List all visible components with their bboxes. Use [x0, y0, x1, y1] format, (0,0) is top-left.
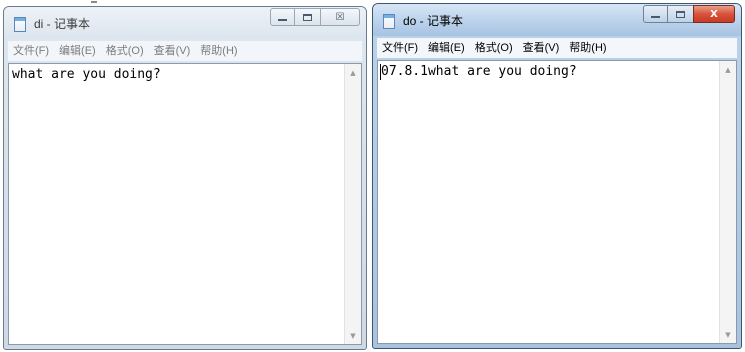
maximize-button[interactable]: [668, 5, 693, 23]
maximize-icon: [303, 13, 312, 21]
editor-content[interactable]: 07.8.1what are you doing?: [381, 64, 577, 79]
menu-bar: 文件(F) 编辑(E) 格式(O) 查看(V) 帮助(H): [8, 41, 362, 61]
notepad-window-do: do - 记事本 X 文件(F) 编辑(E) 格式(O) 查看(V) 帮助(H)…: [372, 3, 742, 349]
window-title: di - 记事本: [34, 17, 91, 31]
stray-mark: [91, 1, 97, 3]
minimize-icon: [278, 18, 287, 21]
menu-format[interactable]: 格式(O): [470, 38, 518, 58]
menu-file[interactable]: 文件(F): [8, 41, 54, 61]
close-icon: ☒: [335, 11, 345, 23]
window-title: do - 记事本: [403, 14, 464, 28]
notepad-window-di: di - 记事本 ☒ 文件(F) 编辑(E) 格式(O) 查看(V) 帮助(H)…: [3, 6, 367, 350]
scroll-down-icon[interactable]: ▼: [345, 327, 361, 344]
close-icon: X: [710, 8, 718, 20]
menu-edit[interactable]: 编辑(E): [423, 38, 470, 58]
text-editor[interactable]: 07.8.1what are you doing? ▲ ▼: [377, 60, 737, 344]
minimize-button[interactable]: [270, 8, 295, 26]
notepad-icon[interactable]: [383, 14, 395, 29]
editor-content[interactable]: what are you doing?: [12, 67, 161, 82]
menu-view[interactable]: 查看(V): [518, 38, 565, 58]
maximize-button[interactable]: [295, 8, 320, 26]
caption-buttons: ☒: [270, 8, 360, 26]
caption-buttons: X: [643, 5, 735, 23]
title-bar[interactable]: do - 记事本 X: [373, 4, 741, 36]
scroll-down-icon[interactable]: ▼: [720, 326, 736, 343]
menu-view[interactable]: 查看(V): [149, 41, 196, 61]
minimize-button[interactable]: [643, 5, 668, 23]
vertical-scrollbar[interactable]: ▲ ▼: [344, 64, 361, 344]
close-button[interactable]: ☒: [320, 8, 360, 26]
scroll-up-icon[interactable]: ▲: [720, 61, 736, 78]
text-editor[interactable]: what are you doing? ▲ ▼: [8, 63, 362, 345]
menu-help[interactable]: 帮助(H): [564, 38, 611, 58]
title-bar[interactable]: di - 记事本 ☒: [4, 7, 366, 39]
menu-help[interactable]: 帮助(H): [195, 41, 242, 61]
minimize-icon: [651, 15, 660, 18]
vertical-scrollbar[interactable]: ▲ ▼: [719, 61, 736, 343]
maximize-icon: [676, 10, 685, 18]
notepad-icon[interactable]: [14, 17, 26, 32]
scroll-up-icon[interactable]: ▲: [345, 64, 361, 81]
close-button[interactable]: X: [693, 5, 735, 23]
menu-file[interactable]: 文件(F): [377, 38, 423, 58]
menu-edit[interactable]: 编辑(E): [54, 41, 101, 61]
menu-format[interactable]: 格式(O): [101, 41, 149, 61]
menu-bar: 文件(F) 编辑(E) 格式(O) 查看(V) 帮助(H): [377, 38, 737, 58]
